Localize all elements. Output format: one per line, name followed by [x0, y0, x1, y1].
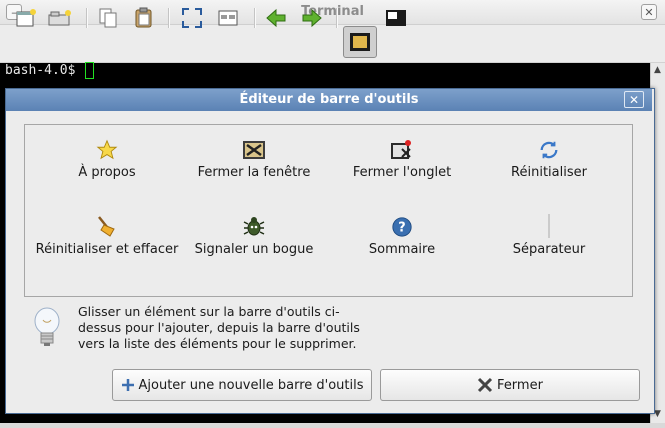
copy-button[interactable]: [94, 4, 122, 32]
window-frame-icon: [350, 33, 370, 51]
toolbar-item-label: Sommaire: [368, 242, 436, 257]
star-icon: [96, 139, 118, 160]
toolbar-item-close-window[interactable]: Fermer la fenêtre: [179, 137, 329, 180]
fullscreen-button[interactable]: [178, 4, 206, 32]
scroll-up-arrow-icon[interactable]: ▲: [651, 64, 664, 77]
broom-icon: [98, 216, 115, 237]
close-button[interactable]: Fermer: [380, 369, 640, 401]
toolbar-item-label: Séparateur: [512, 242, 586, 257]
plus-icon: [121, 379, 134, 391]
terminal-cursor: [85, 62, 94, 79]
toolbar-item-report-bug[interactable]: Signaler un bogue: [179, 214, 329, 257]
window-close-button[interactable]: ✕: [641, 4, 657, 20]
window-layout-icon: [218, 10, 238, 26]
arrow-left-icon: [266, 8, 286, 28]
toolbar-item-reset-and-clear[interactable]: Réinitialiser et effacer: [32, 214, 182, 257]
new-tab-icon: [48, 10, 71, 26]
next-tab-button[interactable]: [298, 4, 326, 32]
toolbar-item-label: Fermer l'onglet: [352, 165, 452, 180]
bug-icon: [243, 217, 265, 236]
toolbar-item-label: Fermer la fenêtre: [197, 165, 311, 180]
fullscreen-icon: [182, 8, 202, 28]
arrow-right-icon: [302, 8, 322, 28]
dialog-hint-text: Glisser un élément sur la barre d'outils…: [78, 304, 360, 351]
toolbar-item-label: Réinitialiser et effacer: [35, 242, 179, 257]
new-window-icon: [16, 9, 36, 27]
new-window-button[interactable]: [12, 4, 40, 32]
toolbar-item-separator[interactable]: Séparateur: [474, 214, 624, 257]
toolbar-item-about[interactable]: À propos: [32, 137, 182, 180]
toolbar-item-reset[interactable]: Réinitialiser: [474, 137, 624, 180]
add-toolbar-button-label: Ajouter une nouvelle barre d'outils: [138, 377, 364, 393]
copy-icon: [99, 8, 117, 28]
toolbar-separator: [254, 8, 256, 28]
toggle-decorations-button[interactable]: [382, 4, 410, 32]
refresh-icon: [540, 141, 558, 159]
toolbar-item-label: Réinitialiser: [511, 165, 587, 180]
window-bottom-border: [0, 423, 665, 428]
toolbar-separator: [86, 8, 88, 28]
paste-icon: [135, 7, 152, 28]
terminal-prompt: bash-4.0$: [5, 63, 76, 78]
toolbar-item-label: Signaler un bogue: [194, 242, 314, 257]
svg-text:?: ?: [398, 221, 405, 236]
toggle-borders-button[interactable]: [343, 26, 377, 58]
window-decoration-icon: [386, 10, 406, 26]
toolbar-item-close-tab[interactable]: Fermer l'onglet: [327, 137, 477, 180]
toolbar-item-contents[interactable]: ? Sommaire: [327, 214, 477, 257]
paste-button[interactable]: [130, 4, 158, 32]
add-toolbar-button[interactable]: Ajouter une nouvelle barre d'outils: [112, 369, 372, 401]
toolbar-separator: [336, 8, 338, 28]
toolbar-item-label: À propos: [78, 165, 136, 180]
close-button-label: Fermer: [497, 377, 543, 393]
separator-icon: [548, 214, 550, 238]
close-icon: [477, 377, 493, 393]
close-window-icon: [243, 141, 265, 159]
help-icon: ?: [392, 217, 412, 237]
dialog-close-button[interactable]: ✕: [624, 91, 644, 108]
dialog-title: Éditeur de barre d'outils: [239, 92, 419, 107]
new-tab-button[interactable]: [46, 4, 74, 32]
toolbar-separator: [168, 8, 170, 28]
lightbulb-icon: [32, 306, 62, 354]
window-layout-button[interactable]: [214, 4, 242, 32]
close-tab-icon: [391, 140, 411, 159]
previous-tab-button[interactable]: [262, 4, 290, 32]
